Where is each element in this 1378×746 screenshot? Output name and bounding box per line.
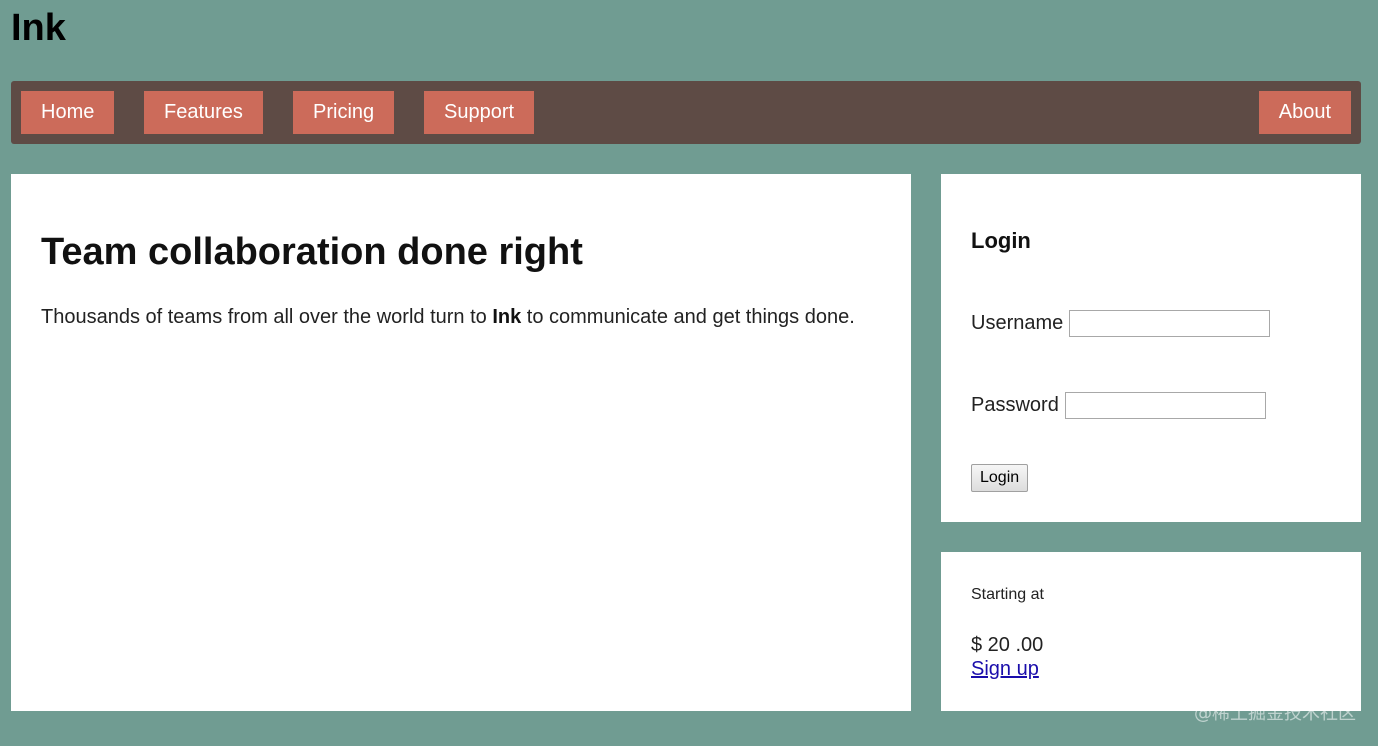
watermark: @稀土掘金技术社区 (1194, 703, 1356, 724)
nav-item-features[interactable]: Features (144, 91, 263, 134)
pricing-panel: Starting at $ 20 .00 Sign up (941, 552, 1361, 711)
login-title: Login (971, 228, 1031, 253)
main-content: Team collaboration done right Thousands … (11, 174, 911, 711)
pricing-label: Starting at (971, 586, 1044, 603)
nav-item-home[interactable]: Home (21, 91, 115, 134)
username-input[interactable] (1069, 309, 1271, 337)
signup-link[interactable]: Sign up (971, 657, 1039, 681)
login-panel: Login Username Password Login (941, 174, 1361, 522)
password-input[interactable] (1064, 391, 1266, 419)
password-row: Password (971, 390, 1266, 420)
nav-item-about[interactable]: About (1258, 91, 1351, 134)
nav-item-support[interactable]: Support (424, 91, 535, 134)
intro-brand: Ink (492, 306, 522, 328)
site-title: Ink (11, 7, 66, 49)
nav-item-pricing[interactable]: Pricing (293, 91, 395, 134)
username-label: Username (971, 312, 1064, 334)
intro-text-before: Thousands of teams from all over the wor… (41, 306, 493, 328)
username-row: Username (971, 308, 1271, 338)
main-heading: Team collaboration done right (41, 231, 583, 273)
main-nav: Home Features Pricing Support About (11, 81, 1361, 144)
intro-paragraph: Thousands of teams from all over the wor… (41, 304, 881, 330)
password-label: Password (971, 394, 1059, 416)
intro-text-after: to communicate and get things done. (521, 306, 855, 328)
price-value: $ 20 .00 (971, 634, 1044, 656)
login-button[interactable]: Login (971, 464, 1029, 492)
